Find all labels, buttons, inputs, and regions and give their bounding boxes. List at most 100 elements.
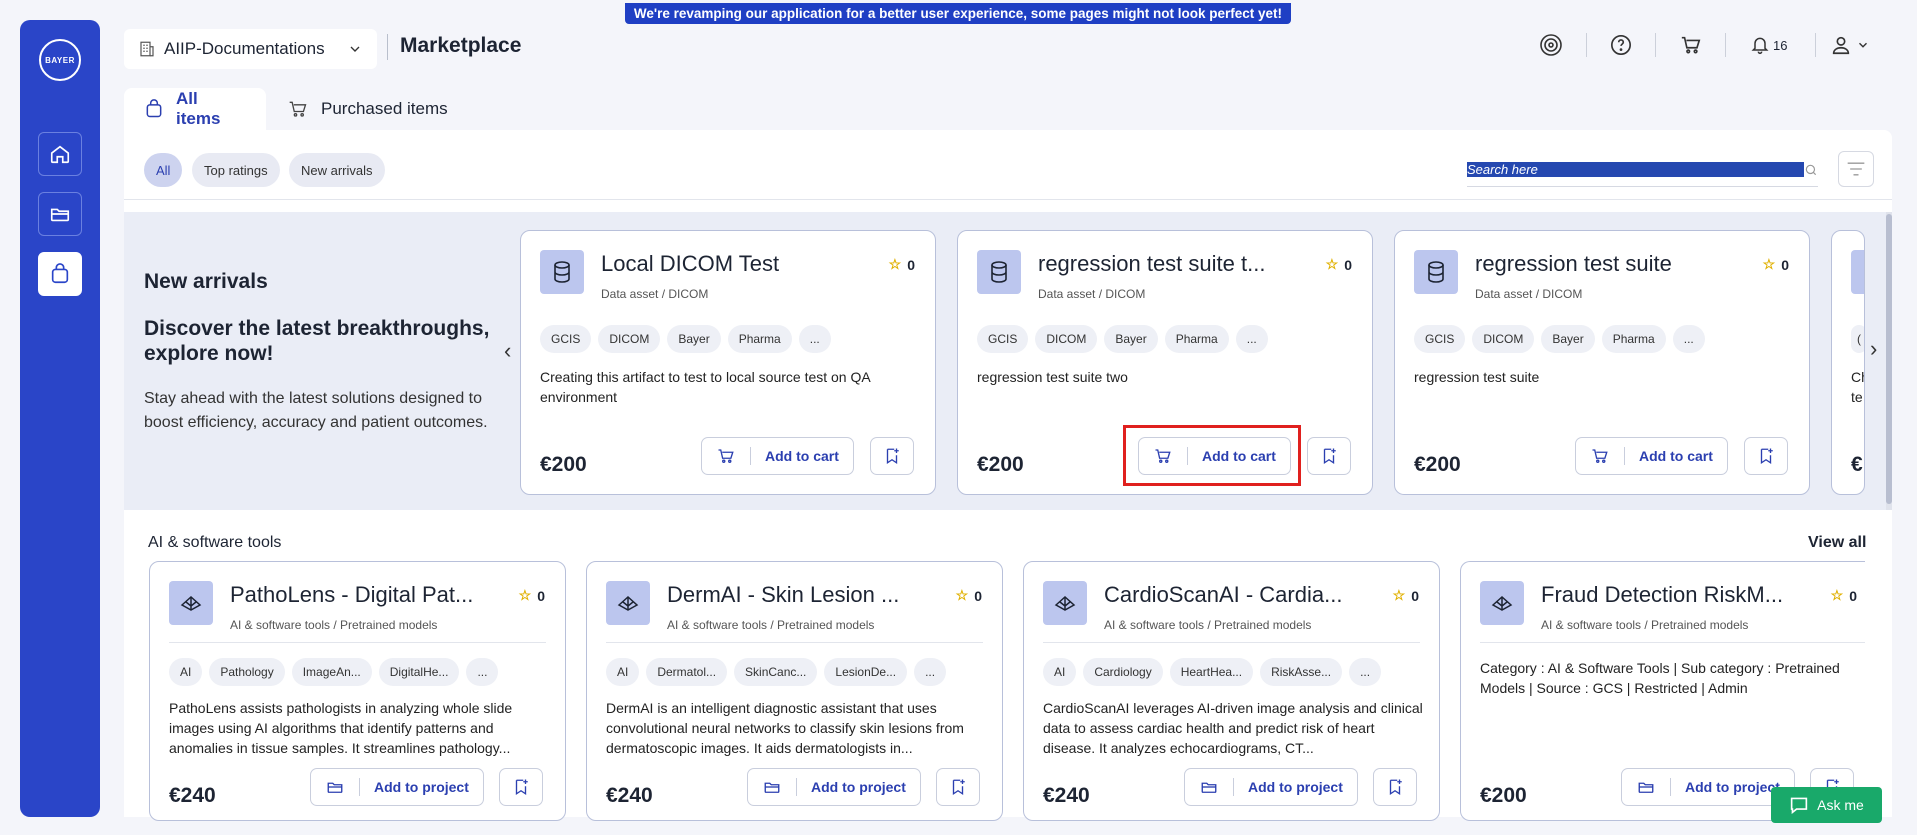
bookmark-button[interactable] bbox=[870, 437, 914, 475]
cart-button[interactable] bbox=[1680, 30, 1702, 60]
notifications-button[interactable]: 16 bbox=[1750, 30, 1787, 60]
product-card[interactable]: Fraud Detection RiskM... ☆ 0 AI & softwar… bbox=[1460, 561, 1865, 821]
product-price: €200 bbox=[540, 453, 587, 476]
tag-more[interactable]: ... bbox=[914, 658, 947, 686]
folder-icon bbox=[764, 782, 780, 793]
add-to-project-button[interactable]: Add to project bbox=[1621, 768, 1795, 806]
product-title[interactable]: Fraud Detection RiskM... bbox=[1541, 582, 1791, 608]
bayer-logo[interactable]: BAYER bbox=[39, 39, 81, 81]
tag-list: GCIS DICOM Bayer Pharma ... bbox=[540, 325, 831, 353]
sidebar-marketplace-button[interactable] bbox=[38, 252, 82, 296]
card-divider bbox=[169, 642, 546, 643]
bookmark-add-icon bbox=[886, 448, 899, 465]
bookmark-button[interactable] bbox=[936, 768, 980, 806]
tag-list: ( bbox=[1851, 325, 1864, 353]
sidebar-home-button[interactable] bbox=[38, 132, 82, 176]
chevron-down-icon bbox=[350, 46, 360, 52]
product-card-partial[interactable]: ( Ch te € bbox=[1831, 230, 1865, 495]
star-icon: ☆ bbox=[518, 587, 532, 603]
tab-purchased-items[interactable]: Purchased items bbox=[267, 88, 468, 130]
product-card[interactable]: Local DICOM Test ☆ 0 Data asset / DICOM G… bbox=[520, 230, 936, 495]
product-title[interactable]: Local DICOM Test bbox=[601, 251, 871, 277]
tag-more[interactable]: ... bbox=[466, 658, 499, 686]
card-divider bbox=[1480, 642, 1865, 643]
scrollbar-thumb[interactable] bbox=[1886, 214, 1892, 504]
product-rating: ☆ 0 bbox=[956, 587, 982, 604]
bookmark-button[interactable] bbox=[1373, 768, 1417, 806]
tag-more[interactable]: ... bbox=[1349, 658, 1382, 686]
tag: Pharma bbox=[1164, 325, 1229, 353]
bookmark-button[interactable] bbox=[1744, 437, 1788, 475]
scrollbar[interactable] bbox=[1886, 212, 1892, 510]
product-description: regression test suite two bbox=[977, 369, 1128, 385]
product-thumbnail bbox=[977, 250, 1021, 294]
product-card[interactable]: regression test suite ☆ 0 Data asset / DI… bbox=[1394, 230, 1810, 495]
add-to-cart-button[interactable]: Add to cart bbox=[1575, 437, 1728, 475]
tag: Bayer bbox=[1541, 325, 1595, 353]
revamp-banner: We're revamping our application for a be… bbox=[625, 3, 1291, 24]
product-title[interactable]: regression test suite bbox=[1475, 251, 1745, 277]
search-input[interactable] bbox=[1467, 162, 1804, 177]
filter-chip-new-arrivals[interactable]: New arrivals bbox=[289, 153, 385, 187]
ask-me-button[interactable]: Ask me bbox=[1771, 787, 1882, 823]
user-menu-button[interactable] bbox=[1830, 30, 1870, 60]
view-all-link[interactable]: View all bbox=[1808, 534, 1866, 552]
tag: DICOM bbox=[1472, 325, 1535, 353]
carousel-prev-button[interactable]: ‹ bbox=[504, 338, 511, 364]
new-arrivals-heading: New arrivals bbox=[144, 270, 268, 293]
tag: SkinCanc... bbox=[734, 658, 818, 686]
add-to-project-button[interactable]: Add to project bbox=[310, 768, 484, 806]
tag-more[interactable]: ... bbox=[798, 325, 831, 353]
new-arrivals-description: Stay ahead with the latest solutions des… bbox=[144, 390, 488, 431]
tag-list: AI Cardiology HeartHea... RiskAsse... ..… bbox=[1043, 658, 1382, 686]
filter-button[interactable] bbox=[1838, 151, 1874, 187]
carousel-next-button[interactable]: › bbox=[1870, 336, 1877, 362]
product-card[interactable]: PathoLens - Digital Pat... ☆ 0 AI & softw… bbox=[149, 561, 566, 821]
workspace-select[interactable]: AIIP-Documentations bbox=[124, 29, 377, 69]
filter-chip-all[interactable]: All bbox=[144, 153, 183, 187]
rating-value: 0 bbox=[1849, 587, 1857, 604]
filter-chip-top-ratings[interactable]: Top ratings bbox=[192, 153, 280, 187]
sidebar-projects-button[interactable] bbox=[38, 192, 82, 236]
tag: AI bbox=[1043, 658, 1077, 686]
chat-icon bbox=[1790, 797, 1808, 814]
product-title[interactable]: regression test suite t... bbox=[1038, 251, 1308, 277]
product-rating: ☆ 0 bbox=[1831, 587, 1857, 604]
help-button[interactable] bbox=[1610, 30, 1632, 60]
bookmark-button[interactable] bbox=[499, 768, 543, 806]
product-title[interactable]: CardioScanAI - Cardia... bbox=[1104, 582, 1354, 608]
section-title: AI & software tools bbox=[148, 534, 282, 551]
tag: RiskAsse... bbox=[1260, 658, 1343, 686]
product-card[interactable]: DermAI - Skin Lesion ... ☆ 0 AI & softwar… bbox=[586, 561, 1003, 821]
button-label: Add to project bbox=[374, 779, 469, 795]
star-icon: ☆ bbox=[955, 587, 969, 603]
tag: HeartHea... bbox=[1169, 658, 1254, 686]
add-to-cart-button[interactable]: Add to cart bbox=[701, 437, 854, 475]
new-arrivals-tagline: Discover the latest breakthroughs, explo… bbox=[144, 317, 490, 365]
button-label: Add to cart bbox=[1639, 448, 1713, 464]
search-icon[interactable] bbox=[1804, 163, 1818, 177]
product-category: AI & software tools / Pretrained models bbox=[230, 618, 438, 632]
ai-model-icon bbox=[617, 595, 639, 611]
bag-icon bbox=[51, 263, 69, 284]
product-thumbnail bbox=[1480, 581, 1524, 625]
cart-add-icon bbox=[1592, 449, 1608, 463]
product-thumbnail bbox=[169, 581, 213, 625]
bookmark-button[interactable] bbox=[1307, 437, 1351, 475]
product-description: DermAI is an intelligent diagnostic assi… bbox=[606, 700, 964, 756]
ai-model-icon bbox=[180, 595, 202, 611]
product-description: PathoLens assists pathologists in analyz… bbox=[169, 700, 513, 756]
settings-button[interactable] bbox=[1539, 30, 1563, 60]
add-to-project-button[interactable]: Add to project bbox=[1184, 768, 1358, 806]
product-title[interactable]: DermAI - Skin Lesion ... bbox=[667, 582, 917, 608]
tag-more[interactable]: ... bbox=[1235, 325, 1268, 353]
product-title[interactable]: PathoLens - Digital Pat... bbox=[230, 582, 480, 608]
tag-more[interactable]: ... bbox=[1672, 325, 1705, 353]
tab-all-items[interactable]: All items bbox=[124, 88, 266, 130]
add-to-project-button[interactable]: Add to project bbox=[747, 768, 921, 806]
tag: Bayer bbox=[667, 325, 721, 353]
database-icon bbox=[991, 261, 1007, 283]
product-card[interactable]: CardioScanAI - Cardia... ☆ 0 AI & softwar… bbox=[1023, 561, 1440, 821]
folder-icon bbox=[327, 782, 343, 793]
header-separator bbox=[1725, 33, 1726, 57]
